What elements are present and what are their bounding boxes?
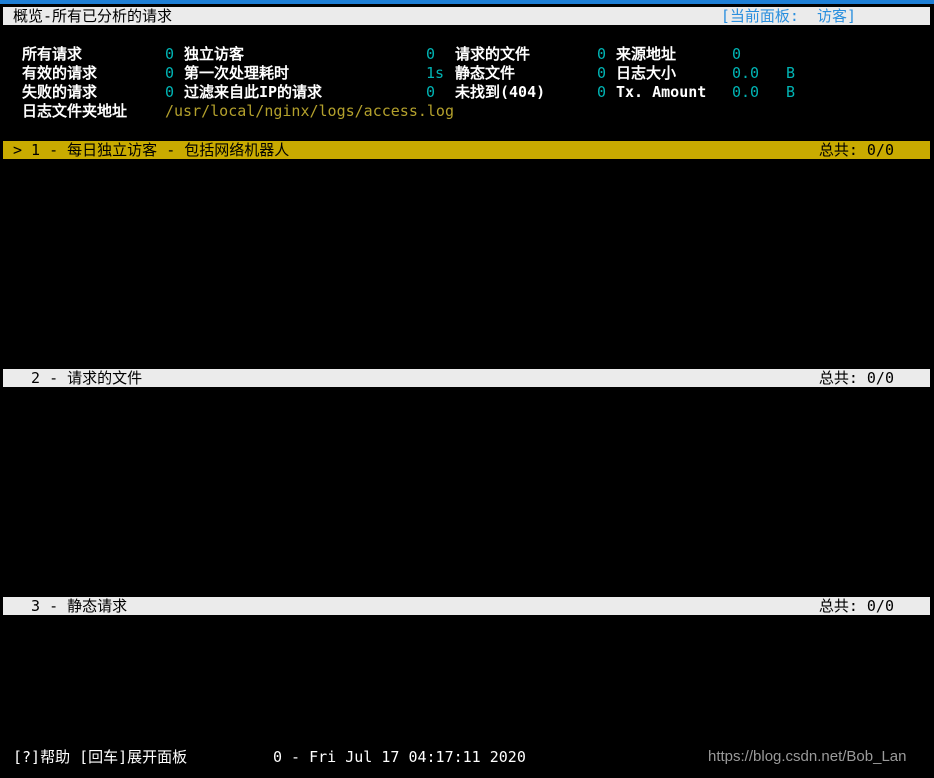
overview-header: 概览-所有已分析的请求 [当前面板: 访客] <box>3 7 930 25</box>
stat-label-valid-requests: 有效的请求 <box>22 64 98 82</box>
stat-value-requested-files: 0 <box>597 45 607 63</box>
panel-total-requests: 总共: 0/0 <box>818 369 894 387</box>
stat-label-log-size: 日志大小 <box>616 64 677 82</box>
stat-label-tx-amount: Tx. Amount <box>616 83 707 101</box>
stat-value-referrers: 0 <box>732 45 742 63</box>
stat-unit-tx-amount: B <box>786 83 796 101</box>
stat-value-not-found: 0 <box>597 83 607 101</box>
footer-status: 0 - Fri Jul 17 04:17:11 2020 <box>273 748 526 766</box>
stat-value-log-size: 0.0 <box>732 64 760 82</box>
stat-label-static-files: 静态文件 <box>455 64 516 82</box>
current-panel-indicator: [当前面板: 访客] <box>720 7 856 25</box>
stat-value-log-path: /usr/local/nginx/logs/access.log <box>165 102 454 120</box>
panel-total-visitors: 总共: 0/0 <box>818 141 894 159</box>
panel-total-static-requests: 总共: 0/0 <box>818 597 894 615</box>
stat-label-total-requests: 所有请求 <box>22 45 83 63</box>
stat-label-failed-requests: 失败的请求 <box>22 83 98 101</box>
stat-value-unique-visitors: 0 <box>426 45 436 63</box>
stat-value-total-requests: 0 <box>165 45 175 63</box>
stat-unit-log-size: B <box>786 64 796 82</box>
panel-title-static-requests: 3 - 静态请求 <box>13 597 128 615</box>
stat-value-static-files: 0 <box>597 64 607 82</box>
stat-value-processing-time: 1s <box>426 64 445 82</box>
panel-title-requests: 2 - 请求的文件 <box>13 369 143 387</box>
stat-value-tx-amount: 0.0 <box>732 83 760 101</box>
stat-label-not-found: 未找到(404) <box>455 83 546 101</box>
panel-header-static-requests[interactable]: 3 - 静态请求 总共: 0/0 <box>3 597 930 615</box>
stat-label-unique-visitors: 独立访客 <box>184 45 245 63</box>
panel-title-visitors: > 1 - 每日独立访客 - 包括网络机器人 <box>13 141 290 159</box>
stat-label-referrers: 来源地址 <box>616 45 677 63</box>
page-title: 概览-所有已分析的请求 <box>13 7 173 25</box>
stat-label-requested-files: 请求的文件 <box>455 45 531 63</box>
stat-label-excluded-ip: 过滤来自此IP的请求 <box>184 83 323 101</box>
stat-value-failed-requests: 0 <box>165 83 175 101</box>
panel-header-requests[interactable]: 2 - 请求的文件 总共: 0/0 <box>3 369 930 387</box>
stat-value-valid-requests: 0 <box>165 64 175 82</box>
window-top-edge <box>0 0 934 4</box>
panel-header-visitors[interactable]: > 1 - 每日独立访客 - 包括网络机器人 总共: 0/0 <box>3 141 930 159</box>
stat-label-processing-time: 第一次处理耗时 <box>184 64 290 82</box>
footer-help-hints: [?]帮助 [回车]展开面板 <box>13 748 188 766</box>
stat-value-excluded-ip: 0 <box>426 83 436 101</box>
stat-label-log-path: 日志文件夹地址 <box>22 102 128 120</box>
watermark: https://blog.csdn.net/Bob_Lan <box>708 748 907 765</box>
